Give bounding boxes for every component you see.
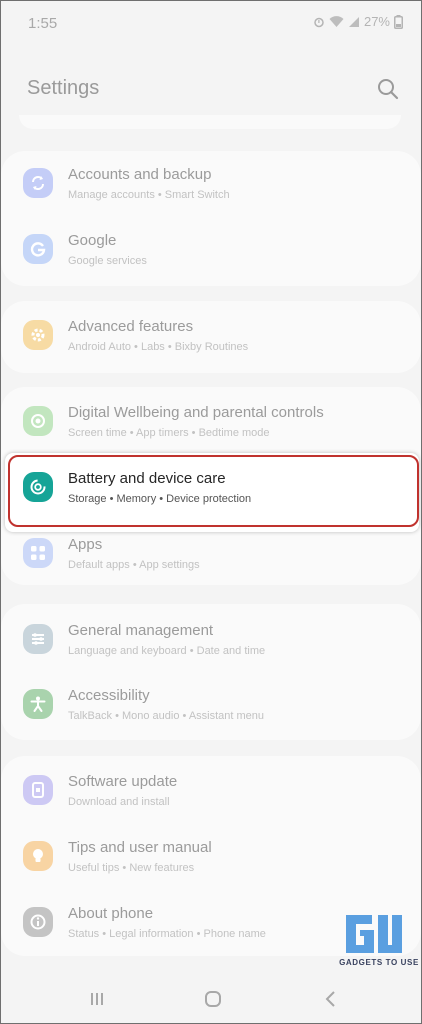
settings-item-digital-wellbeing[interactable]: Digital Wellbeing and parental controls …: [1, 391, 421, 457]
status-time: 1:55: [28, 15, 58, 32]
item-subtitle: Google services: [68, 255, 147, 267]
sliders-icon: [23, 624, 53, 654]
gadgets-to-use-logo: [346, 915, 402, 953]
item-subtitle: Status • Legal information • Phone name: [68, 928, 266, 940]
item-subtitle: Download and install: [68, 796, 170, 808]
search-button[interactable]: [375, 76, 401, 102]
watermark: GADGETS TO USE: [339, 908, 419, 972]
screen-frame: 1:55 27% Settings Accounts and backup Ma…: [0, 0, 422, 1024]
settings-item-general-management[interactable]: General management Language and keyboard…: [1, 609, 421, 675]
item-title: Tips and user manual: [68, 839, 212, 856]
item-subtitle: Screen time • App timers • Bedtime mode: [68, 427, 270, 439]
item-subtitle: Android Auto • Labs • Bixby Routines: [68, 341, 249, 353]
settings-item-advanced-features[interactable]: Advanced features Android Auto • Labs • …: [1, 305, 421, 371]
software-update-icon: [23, 775, 53, 805]
home-button[interactable]: [201, 987, 225, 1011]
settings-item-tips-and-user-manual[interactable]: Tips and user manual Useful tips • New f…: [1, 826, 421, 892]
item-subtitle: TalkBack • Mono audio • Assistant menu: [68, 710, 265, 722]
settings-item-software-update[interactable]: Software update Download and install: [1, 760, 421, 826]
item-title: About phone: [68, 905, 154, 922]
status-bar: 1:55 27%: [1, 1, 421, 49]
signal-icon: [348, 16, 360, 28]
item-title: Google: [68, 232, 117, 249]
previous-card-edge: [19, 115, 401, 129]
sync-icon: [23, 168, 53, 198]
google-icon: [23, 234, 53, 264]
item-subtitle: Useful tips • New features: [68, 862, 195, 874]
item-title: Digital Wellbeing and parental controls: [68, 404, 324, 421]
item-subtitle: Manage accounts • Smart Switch: [68, 189, 230, 201]
info-icon: [23, 907, 53, 937]
back-button[interactable]: [319, 987, 343, 1011]
wifi-icon: [329, 15, 344, 28]
navigation-bar: [1, 973, 421, 1023]
battery-percent: 27%: [363, 14, 390, 29]
item-subtitle: Default apps • App settings: [68, 559, 200, 571]
settings-item-apps[interactable]: Apps Default apps • App settings: [1, 523, 421, 589]
watermark-text: GADGETS TO USE: [339, 958, 419, 967]
recent-apps-button[interactable]: [85, 987, 109, 1011]
back-icon: [325, 991, 335, 1007]
recent-apps-icon: [91, 993, 103, 1005]
home-icon: [205, 991, 221, 1007]
item-title: Apps: [68, 536, 103, 553]
item-title: Accessibility: [68, 687, 150, 704]
settings-item-accessibility[interactable]: Accessibility TalkBack • Mono audio • As…: [1, 674, 421, 740]
search-icon: [378, 79, 399, 100]
alarm-icon: [313, 16, 325, 28]
battery-icon: [394, 14, 403, 29]
item-title: Accounts and backup: [68, 166, 212, 183]
lightbulb-icon: [23, 841, 53, 871]
apps-grid-icon: [23, 538, 53, 568]
item-subtitle: Language and keyboard • Date and time: [68, 645, 266, 657]
highlight-annotation: [8, 455, 419, 527]
accessibility-icon: [23, 689, 53, 719]
settings-item-accounts-and-backup[interactable]: Accounts and backup Manage accounts • Sm…: [1, 153, 421, 219]
wellbeing-icon: [23, 406, 53, 436]
gear-plus-icon: [23, 320, 53, 350]
settings-item-google[interactable]: Google Google services: [1, 219, 421, 285]
item-title: Software update: [68, 773, 178, 790]
page-title: Settings: [27, 77, 100, 99]
item-title: Advanced features: [68, 318, 194, 335]
status-icons: 27%: [313, 14, 403, 29]
item-title: General management: [68, 622, 214, 639]
